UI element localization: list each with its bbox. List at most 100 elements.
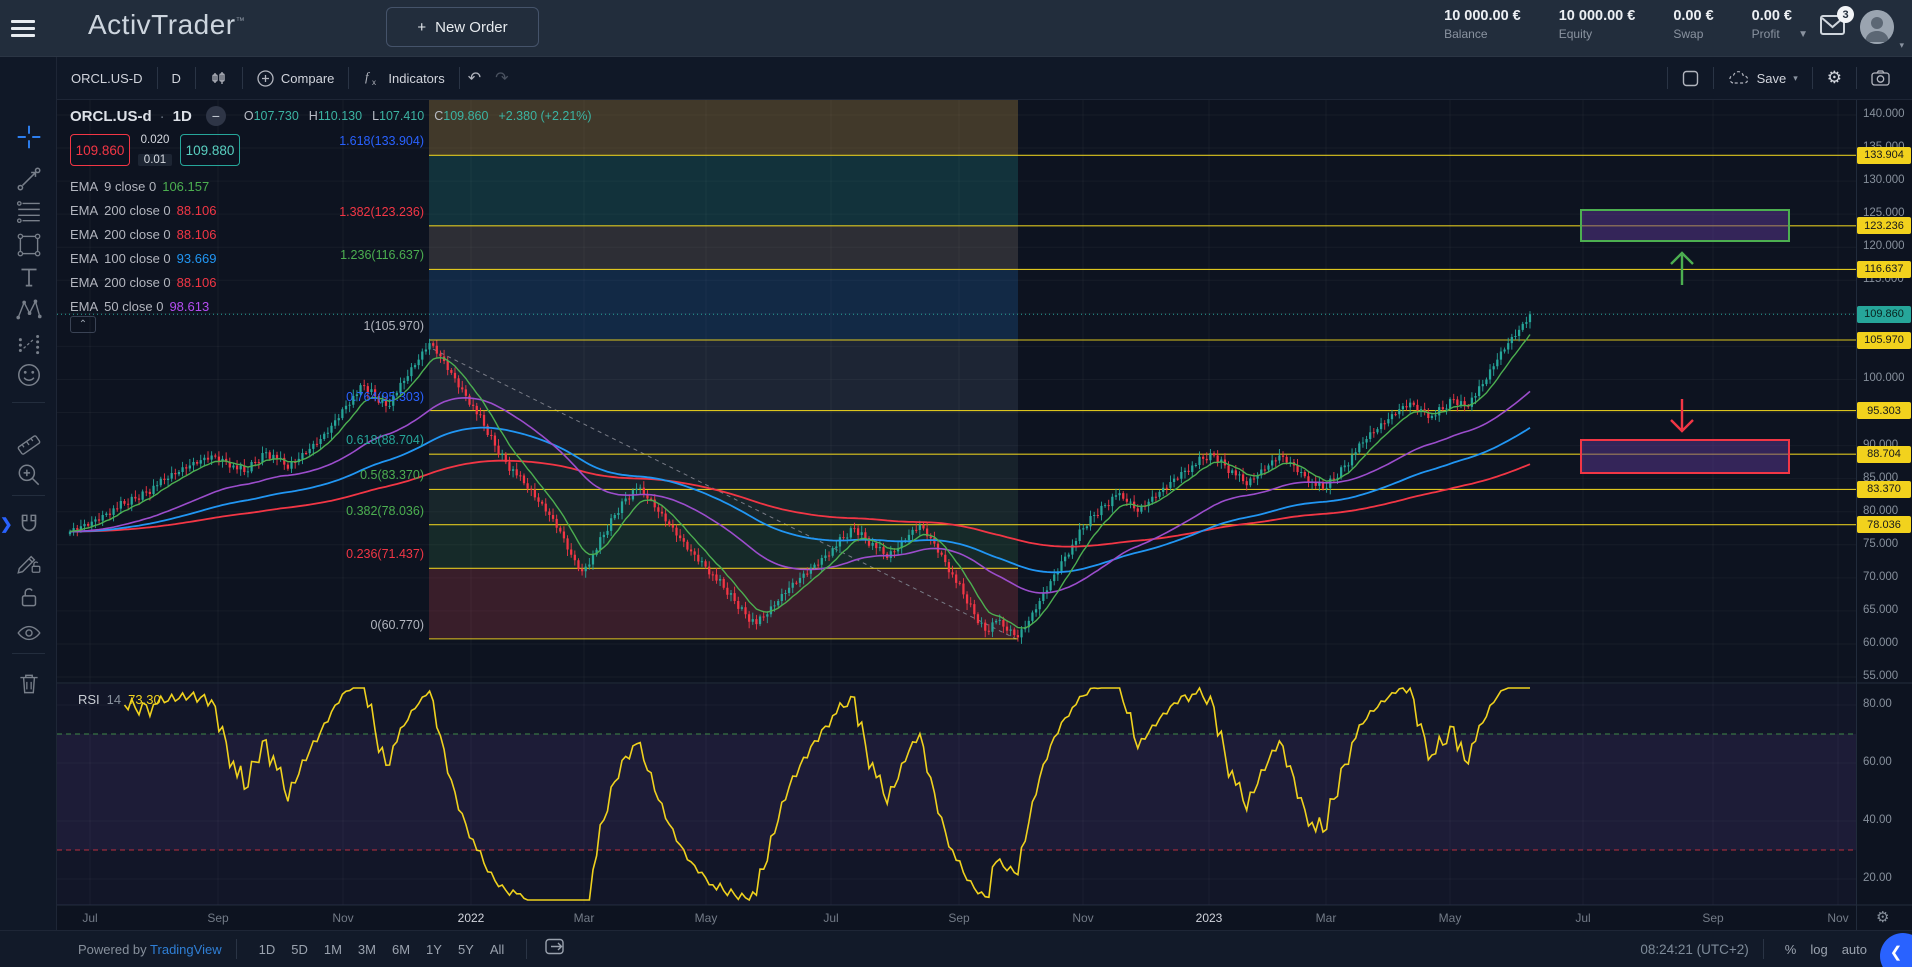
time-axis-label[interactable]: 2022 [458,911,485,925]
auto-scale-button[interactable]: auto [1835,938,1874,961]
indicators-button[interactable]: fx Indicators [349,57,458,99]
price-tick: 75.000 [1863,538,1898,550]
range-3m[interactable]: 3M [350,938,384,961]
time-axis-label[interactable]: Sep [207,911,228,925]
tool-ruler-icon[interactable] [15,431,43,459]
menu-icon[interactable] [11,16,35,38]
ema-legend-row[interactable]: EMA200 close 088.106 [70,198,216,222]
tradingview-link[interactable]: TradingView [150,942,222,957]
percent-scale-button[interactable]: % [1778,938,1804,961]
time-axis-label[interactable]: 2023 [1196,911,1223,925]
time-axis-label[interactable]: Mar [1316,911,1337,925]
tool-hide-icon[interactable] [15,619,43,647]
user-drawings[interactable] [1581,210,1789,473]
svg-text:f: f [365,69,371,84]
time-axis-label[interactable]: Jul [823,911,838,925]
layout-button[interactable] [1668,57,1713,99]
tool-delete-icon[interactable] [15,670,43,698]
log-scale-button[interactable]: log [1803,938,1834,961]
tool-magnet-icon[interactable] [15,511,43,539]
clock[interactable]: 08:24:21 (UTC+2) [1640,942,1748,957]
range-5d[interactable]: 5D [283,938,316,961]
profit-caret-icon[interactable]: ▼ [1798,29,1808,40]
redo-button[interactable]: ↷ [489,57,514,99]
time-axis-label[interactable]: May [695,911,718,925]
screenshot-button[interactable] [1857,57,1904,99]
interval-button[interactable]: D [158,57,195,99]
layout-square-icon [1682,70,1699,87]
time-axis-label[interactable]: Sep [1702,911,1723,925]
tool-trend-line-icon[interactable] [15,165,43,193]
rsi-legend[interactable]: RSI 14 73.30 [78,692,161,707]
ema-legend-row[interactable]: EMA100 close 093.669 [70,246,216,270]
mail-icon[interactable]: 3 [1820,14,1846,36]
legend-collapse-button[interactable]: − [206,106,226,126]
ema-legend-row[interactable]: EMA9 close 0106.157 [70,174,216,198]
undo-button[interactable]: ↶ [460,57,489,99]
save-caret-icon: ▾ [1793,73,1798,84]
toolbar-divider [12,653,45,654]
time-axis-label[interactable]: Mar [574,911,595,925]
arrow-down-drawing[interactable] [1671,399,1693,431]
fib-level-label: 0.764(95.303) [274,390,424,404]
range-1y[interactable]: 1Y [418,938,450,961]
time-axis-label[interactable]: Nov [1827,911,1848,925]
legend-separator: · [160,108,165,125]
buy-button[interactable]: 109.880 [180,134,240,166]
spread: 0.020 0.01 [132,134,178,166]
candles-icon [210,69,228,87]
range-1d[interactable]: 1D [251,938,284,961]
watchlist-expander-icon[interactable]: ❯ [0,512,13,538]
tool-text-icon[interactable] [15,263,43,291]
tool-rectangle-icon[interactable] [15,231,43,259]
indicator-legend: EMA9 close 0106.157EMA200 close 088.106E… [70,174,216,318]
chart-style-button[interactable] [196,57,242,99]
ema-legend-row[interactable]: EMA200 close 088.106 [70,270,216,294]
axis-settings-gear-icon[interactable]: ⚙ [1876,908,1889,926]
rsi-tick: 80.00 [1863,698,1892,710]
range-6m[interactable]: 6M [384,938,418,961]
symbol-title[interactable]: ORCL.US-d [70,108,152,125]
ema-legend-row[interactable]: EMA50 close 098.613 [70,294,216,318]
tool-xabcd-pattern-icon[interactable] [15,296,43,324]
range-1m[interactable]: 1M [316,938,350,961]
avatar-caret-icon[interactable]: ▾ [1899,40,1904,51]
rsi-pane[interactable] [57,684,1856,905]
range-all[interactable]: All [482,938,512,961]
time-axis-label[interactable]: Sep [948,911,969,925]
go-to-date-icon[interactable] [545,938,566,960]
ohlc-l: L107.410 [372,109,424,123]
tool-emoji-icon[interactable] [15,361,43,389]
ohlc-o: O107.730 [244,109,299,123]
symbol-button[interactable]: ORCL.US-D [57,57,157,99]
time-axis-label[interactable]: Jul [1575,911,1590,925]
avatar[interactable] [1860,10,1894,44]
tool-fib-retracement-icon[interactable] [15,197,43,225]
time-axis-label[interactable]: Nov [332,911,353,925]
tool-lock-icon[interactable] [15,583,43,611]
time-axis-label[interactable]: Jul [82,911,97,925]
target-box-upper[interactable] [1581,210,1789,241]
footer: Powered by TradingView 1D5D1M3M6M1Y5YAll… [0,930,1912,967]
spread-top: 0.020 [141,134,170,146]
chart-settings-button[interactable]: ⚙ [1813,57,1856,99]
stat-equity: 10 000.00 €Equity [1559,8,1636,41]
tool-forecast-icon[interactable] [15,330,43,358]
target-box-lower[interactable] [1581,440,1789,473]
toolbar-divider [12,495,45,496]
pane-collapse-button[interactable]: ⌃ [70,316,96,333]
sell-button[interactable]: 109.860 [70,134,130,166]
tool-drawing-lock-icon[interactable] [15,548,43,576]
new-order-button[interactable]: + New Order [386,7,539,47]
time-axis-label[interactable]: Nov [1072,911,1093,925]
compare-button[interactable]: Compare [243,57,348,99]
price-chart[interactable]: ORCL.US-d · 1D − O107.730H110.130L107.41… [0,0,1912,967]
ema-legend-row[interactable]: EMA200 close 088.106 [70,222,216,246]
tool-zoom-in-icon[interactable] [15,461,43,489]
rsi-tick: 40.00 [1863,814,1892,826]
tool-crosshair-icon[interactable] [15,123,43,151]
range-5y[interactable]: 5Y [450,938,482,961]
save-button[interactable]: Save ▾ [1714,57,1812,99]
time-axis-label[interactable]: May [1439,911,1462,925]
fib-level-label: 0.5(83.370) [274,468,424,482]
